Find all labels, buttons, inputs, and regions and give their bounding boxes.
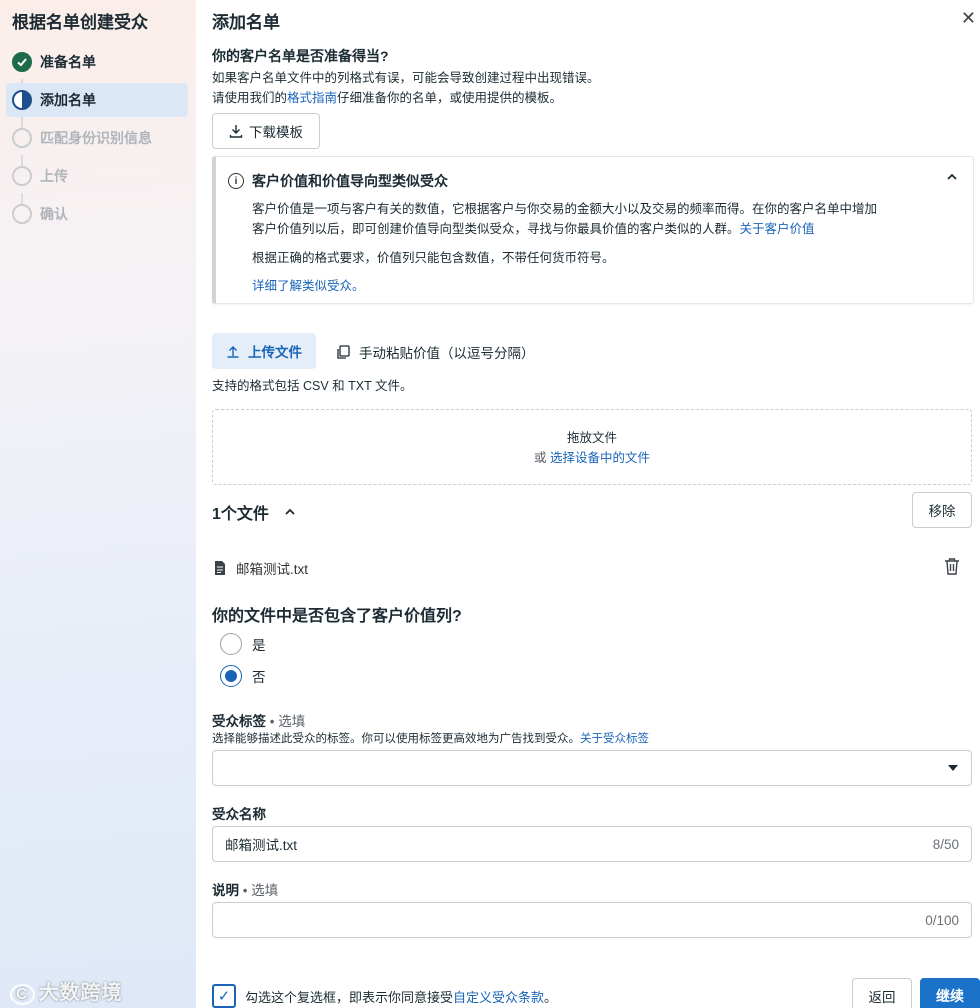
format-guide-link[interactable]: 格式指南 <box>287 91 337 105</box>
tab-paste-values[interactable]: 手动粘贴价值（以逗号分隔） <box>336 342 535 362</box>
step-label: 匹配身份识别信息 <box>40 130 152 146</box>
guide-hint: 请使用我们的格式指南仔细准备你的名单，或使用提供的模板。 <box>212 91 563 105</box>
check-circle-icon <box>12 52 32 72</box>
sidebar: 根据名单创建受众 准备名单 添加名单 匹配身份识别信息 上传 确认 C 大数跨境 <box>0 0 196 1008</box>
sidebar-title: 根据名单创建受众 <box>12 13 148 32</box>
format-hint: 如果客户名单文件中的列格式有误，可能会导致创建过程中出现错误。 <box>212 71 600 85</box>
step-prepare-list[interactable]: 准备名单 <box>6 45 188 79</box>
chevron-up-icon[interactable] <box>283 505 297 519</box>
learn-more-lookalike-link[interactable]: 详细了解类似受众。 <box>252 275 365 294</box>
description-label: 说明 • 选填 <box>212 883 279 898</box>
caret-down-icon <box>948 765 958 771</box>
audience-name-counter: 8/50 <box>932 836 959 852</box>
copy-icon <box>337 344 350 359</box>
step-label: 确认 <box>40 206 68 222</box>
customer-value-link[interactable]: 关于客户价值 <box>740 222 815 236</box>
page-title: 添加名单 <box>212 13 280 32</box>
supported-formats: 支持的格式包括 CSV 和 TXT 文件。 <box>212 379 413 393</box>
step-add-list[interactable]: 添加名单 <box>6 83 188 117</box>
info-body-format: 根据正确的格式要求，价值列只能包含数值，不带任何货币符号。 <box>252 251 615 265</box>
custom-audience-terms-link[interactable]: 自定义受众条款 <box>453 990 544 1005</box>
terms-checkbox-row: ✓ 勾选这个复选框，即表示你同意接受自定义受众条款。 <box>212 984 557 1008</box>
radio-label: 是 <box>252 638 266 653</box>
watermark-logo: C 大数跨境 <box>10 976 123 1005</box>
trash-icon[interactable] <box>944 557 960 578</box>
customer-value-info-box: i 客户价值和价值导向型类似受众 客户价值是一项与客户有关的数值，它根据客户与你… <box>212 156 974 304</box>
back-button[interactable]: 返回 <box>852 978 912 1008</box>
chevron-up-icon[interactable] <box>945 170 959 187</box>
description-counter: 0/100 <box>925 912 959 928</box>
continue-button[interactable]: 继续 <box>920 978 980 1008</box>
info-title: 客户价值和价值导向型类似受众 <box>252 173 448 189</box>
download-icon <box>229 125 243 138</box>
empty-circle-icon <box>12 204 32 224</box>
step-label: 添加名单 <box>40 92 96 108</box>
choose-file-link[interactable]: 选择设备中的文件 <box>550 451 650 465</box>
file-list-header[interactable]: 1个文件 <box>212 500 297 524</box>
file-item: 邮箱测试.txt <box>214 558 308 578</box>
info-body: 客户价值是一项与客户有关的数值，它根据客户与你交易的金额大小以及交易的频率而得。… <box>252 202 878 236</box>
half-circle-icon <box>12 90 32 110</box>
radio-button-selected[interactable] <box>220 665 242 687</box>
file-name: 邮箱测试.txt <box>236 562 309 577</box>
file-count: 1个文件 <box>212 506 269 523</box>
radio-option-no[interactable]: 否 <box>220 665 266 687</box>
remove-button[interactable]: 移除 <box>912 492 972 528</box>
tags-select[interactable] <box>212 750 972 786</box>
audience-tags-link[interactable]: 关于受众标签 <box>580 733 649 745</box>
file-dropzone[interactable]: 拖放文件 或 选择设备中的文件 <box>212 409 972 485</box>
tab-upload-file[interactable]: 上传文件 <box>212 333 316 369</box>
step-label: 上传 <box>40 168 68 184</box>
radio-option-yes[interactable]: 是 <box>220 633 266 655</box>
list-ready-question: 你的客户名单是否准备得当? <box>212 48 389 64</box>
tags-hint: 选择能够描述此受众的标签。你可以使用标签更高效地为广告找到受众。关于受众标签 <box>212 733 649 745</box>
audience-name-label: 受众名称 <box>212 807 266 822</box>
audience-name-value: 邮箱测试.txt <box>225 838 298 853</box>
step-label: 准备名单 <box>40 54 96 70</box>
empty-circle-icon <box>12 166 32 186</box>
info-icon: i <box>228 173 244 189</box>
close-icon[interactable]: ✕ <box>961 8 976 29</box>
radio-button[interactable] <box>220 633 242 655</box>
terms-checkbox[interactable]: ✓ <box>212 984 236 1008</box>
step-confirm: 确认 <box>6 197 188 231</box>
audience-name-input[interactable]: 邮箱测试.txt 8/50 <box>212 826 972 862</box>
upload-icon <box>227 346 239 358</box>
step-match-identifiers: 匹配身份识别信息 <box>6 121 188 155</box>
value-column-question: 你的文件中是否包含了客户价值列? <box>212 608 462 625</box>
radio-label: 否 <box>252 670 266 685</box>
empty-circle-icon <box>12 128 32 148</box>
main-panel: 添加名单 ✕ 你的客户名单是否准备得当? 如果客户名单文件中的列格式有误，可能会… <box>196 0 980 1008</box>
tags-label: 受众标签 • 选填 <box>212 714 306 729</box>
document-icon <box>215 561 225 575</box>
description-input[interactable]: 0/100 <box>212 902 972 938</box>
drop-text: 拖放文件 <box>566 431 617 445</box>
step-upload: 上传 <box>6 159 188 193</box>
download-template-button[interactable]: 下载模板 <box>212 113 320 149</box>
